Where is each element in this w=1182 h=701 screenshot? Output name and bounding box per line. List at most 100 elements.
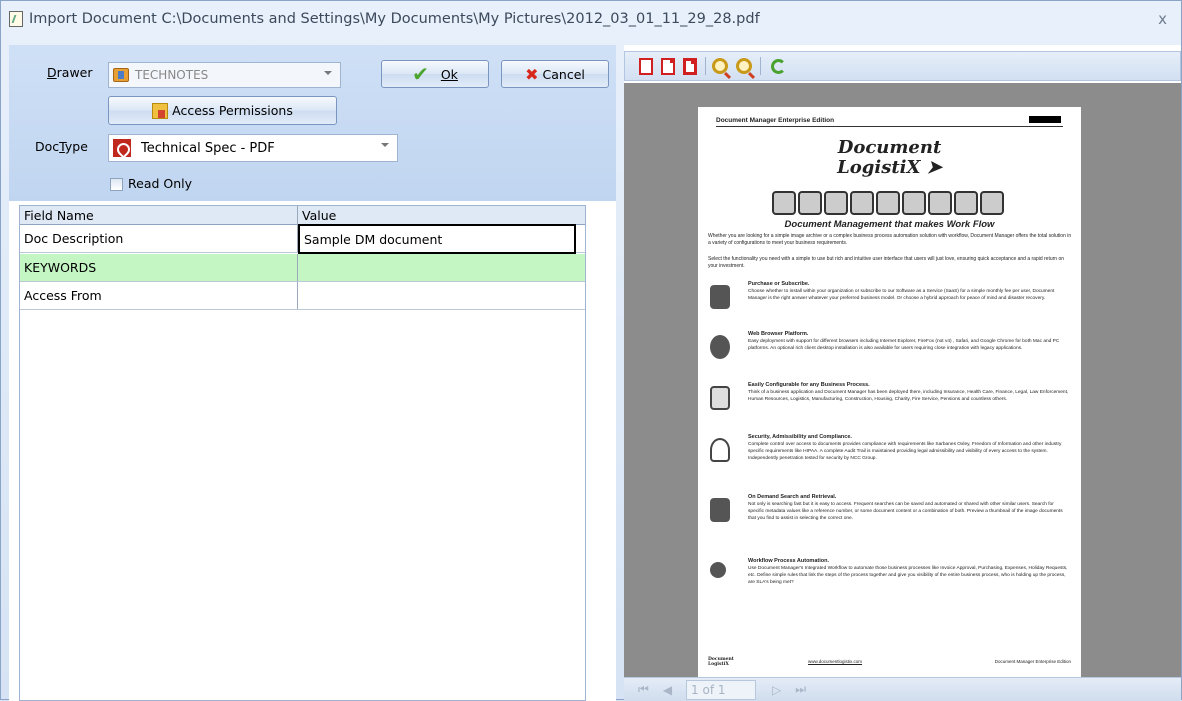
toolbar-separator — [705, 57, 706, 75]
zoom-in-icon[interactable] — [712, 58, 728, 74]
pdf-section: On Demand Search and Retrieval. Not only… — [710, 494, 1070, 544]
pdf-footer-url: www.documentlogistix.com — [808, 659, 863, 664]
pdf-section-body: Not only is searching fast but it is eas… — [748, 502, 1063, 521]
column-header-field-name[interactable]: Field Name — [20, 206, 298, 224]
pdf-section: Security, Admissibility and Compliance. … — [710, 434, 1070, 484]
pdf-footer: Document LogistiX www.documentlogistix.c… — [708, 657, 1071, 669]
import-document-window: Import Document C:\Documents and Setting… — [0, 0, 1182, 701]
first-page-button[interactable]: ⏮ — [638, 682, 649, 697]
pdf-section-title: Easily Configurable for any Business Pro… — [748, 382, 870, 388]
fit-width-icon[interactable] — [661, 57, 675, 75]
pdf-feature-icons — [743, 191, 1033, 217]
value-input[interactable]: Sample DM document — [298, 224, 576, 254]
value-cell[interactable] — [298, 282, 585, 309]
chevron-down-icon — [381, 143, 389, 147]
server-icon — [876, 191, 900, 215]
document-icon — [710, 386, 730, 410]
previous-page-button[interactable]: ◀ — [663, 683, 672, 697]
pdf-intro2: Select the functionality you need with a… — [708, 256, 1065, 269]
document-form: Drawer TECHNOTES ✔ Ok ✖ Cancel Access Pe… — [9, 45, 616, 201]
drawer-label: Drawer — [47, 65, 93, 80]
permissions-icon — [152, 102, 169, 119]
field-name-cell: KEYWORDS — [20, 254, 298, 281]
pdf-header-rule — [716, 126, 1063, 127]
key-icon — [824, 191, 848, 215]
pdf-section-body: Choose whether to install within your or… — [748, 289, 1055, 301]
pdf-footer-logo: Document LogistiX — [708, 657, 734, 667]
pdf-intro: Whether you are looking for a simple ima… — [708, 233, 1072, 246]
pdf-logo-line1: Document — [837, 137, 942, 158]
pdf-section-body: Complete control over access to document… — [748, 442, 1062, 461]
cancel-icon: ✖ — [525, 64, 539, 84]
checkmark-icon: ✔ — [412, 62, 429, 86]
title-bar: Import Document C:\Documents and Setting… — [1, 1, 1181, 37]
pdf-page: Document Manager Enterprise Edition Docu… — [698, 107, 1081, 677]
key-icon — [710, 438, 730, 462]
grid-header: Field Name Value — [20, 206, 585, 225]
pdf-footer-edition: Document Manager Enterprise Edition — [994, 659, 1071, 664]
chevron-down-icon — [324, 71, 332, 75]
scanner-icon — [928, 191, 952, 215]
grid-area: Field Name Value Doc Description Sample … — [9, 201, 616, 701]
preview-panel: Document Manager Enterprise Edition Docu… — [624, 45, 1181, 701]
pdf-section-title: Security, Admissibility and Compliance. — [748, 434, 852, 440]
pdf-section-title: Web Browser Platform. — [748, 331, 809, 337]
table-row[interactable]: KEYWORDS — [20, 254, 585, 282]
pdf-logo-line2: LogistiX ➤ — [837, 157, 942, 178]
pdf-section-title: Workflow Process Automation. — [748, 558, 829, 564]
value-cell[interactable] — [298, 254, 585, 281]
field-name-cell: Doc Description — [20, 225, 298, 252]
browser-icon — [710, 335, 730, 359]
pdf-section-body: Easy deployment with support for differe… — [748, 339, 1060, 351]
table-row[interactable]: Access From — [20, 282, 585, 310]
pdf-section-title: Purchase or Subscribe. — [748, 281, 810, 287]
zoom-out-icon[interactable] — [736, 58, 752, 74]
users-icon — [902, 191, 926, 215]
rotate-icon[interactable] — [771, 58, 786, 74]
toolbar-separator — [760, 57, 761, 75]
page-navigation: ⏮ ◀ 1 of 1 ▷ ⏭ — [624, 677, 1181, 701]
page-number-input[interactable]: 1 of 1 — [686, 679, 757, 700]
window-title: Import Document C:\Documents and Setting… — [29, 11, 760, 27]
pdf-icon — [113, 139, 131, 157]
pdf-section: Purchase or Subscribe. Choose whether to… — [710, 281, 1070, 331]
document-icon — [850, 191, 874, 215]
drawer-select[interactable]: TECHNOTES — [108, 62, 341, 88]
doctype-label: DocType — [35, 139, 88, 154]
doctype-value: Technical Spec - PDF — [141, 140, 275, 156]
ok-label: Ok — [440, 66, 458, 82]
chain-icon — [954, 191, 978, 215]
actual-size-icon[interactable] — [683, 57, 697, 75]
table-row[interactable]: Doc Description Sample DM document — [20, 224, 585, 254]
ok-button[interactable]: ✔ Ok — [381, 60, 489, 88]
monitor-icon — [710, 285, 730, 309]
preview-toolbar — [624, 51, 1181, 81]
pdf-header-bar — [1029, 116, 1061, 123]
pdf-header: Document Manager Enterprise Edition — [716, 117, 835, 124]
field-name-cell: Access From — [20, 282, 298, 309]
server-icon — [710, 498, 730, 522]
cancel-button[interactable]: ✖ Cancel — [501, 60, 609, 88]
drawer-value: TECHNOTES — [135, 68, 209, 82]
access-permissions-button[interactable]: Access Permissions — [108, 96, 337, 125]
read-only-label: Read Only — [128, 176, 193, 191]
pdf-section-body: Think of a business application and Docu… — [748, 390, 1069, 402]
metadata-panel: Drawer TECHNOTES ✔ Ok ✖ Cancel Access Pe… — [9, 45, 616, 701]
read-only-checkbox[interactable] — [110, 178, 123, 191]
drawer-icon — [113, 68, 129, 82]
pdf-section-title: On Demand Search and Retrieval. — [748, 494, 837, 500]
doctype-select[interactable]: Technical Spec - PDF — [108, 134, 398, 162]
document-viewer[interactable]: Document Manager Enterprise Edition Docu… — [624, 83, 1181, 677]
fit-page-icon[interactable] — [639, 57, 653, 75]
cube-icon — [798, 191, 822, 215]
cancel-label: Cancel — [542, 66, 585, 82]
close-button[interactable]: x — [1158, 10, 1167, 28]
last-page-button[interactable]: ⏭ — [795, 682, 806, 697]
workflow-icon — [710, 562, 726, 578]
column-header-value[interactable]: Value — [298, 206, 585, 224]
pdf-section: Workflow Process Automation. Use Documen… — [710, 558, 1070, 608]
next-page-button[interactable]: ▷ — [772, 683, 781, 697]
pdf-tagline: Document Management that makes Work Flow — [784, 219, 995, 230]
pdf-section: Easily Configurable for any Business Pro… — [710, 382, 1070, 432]
document-edit-icon — [9, 11, 23, 27]
